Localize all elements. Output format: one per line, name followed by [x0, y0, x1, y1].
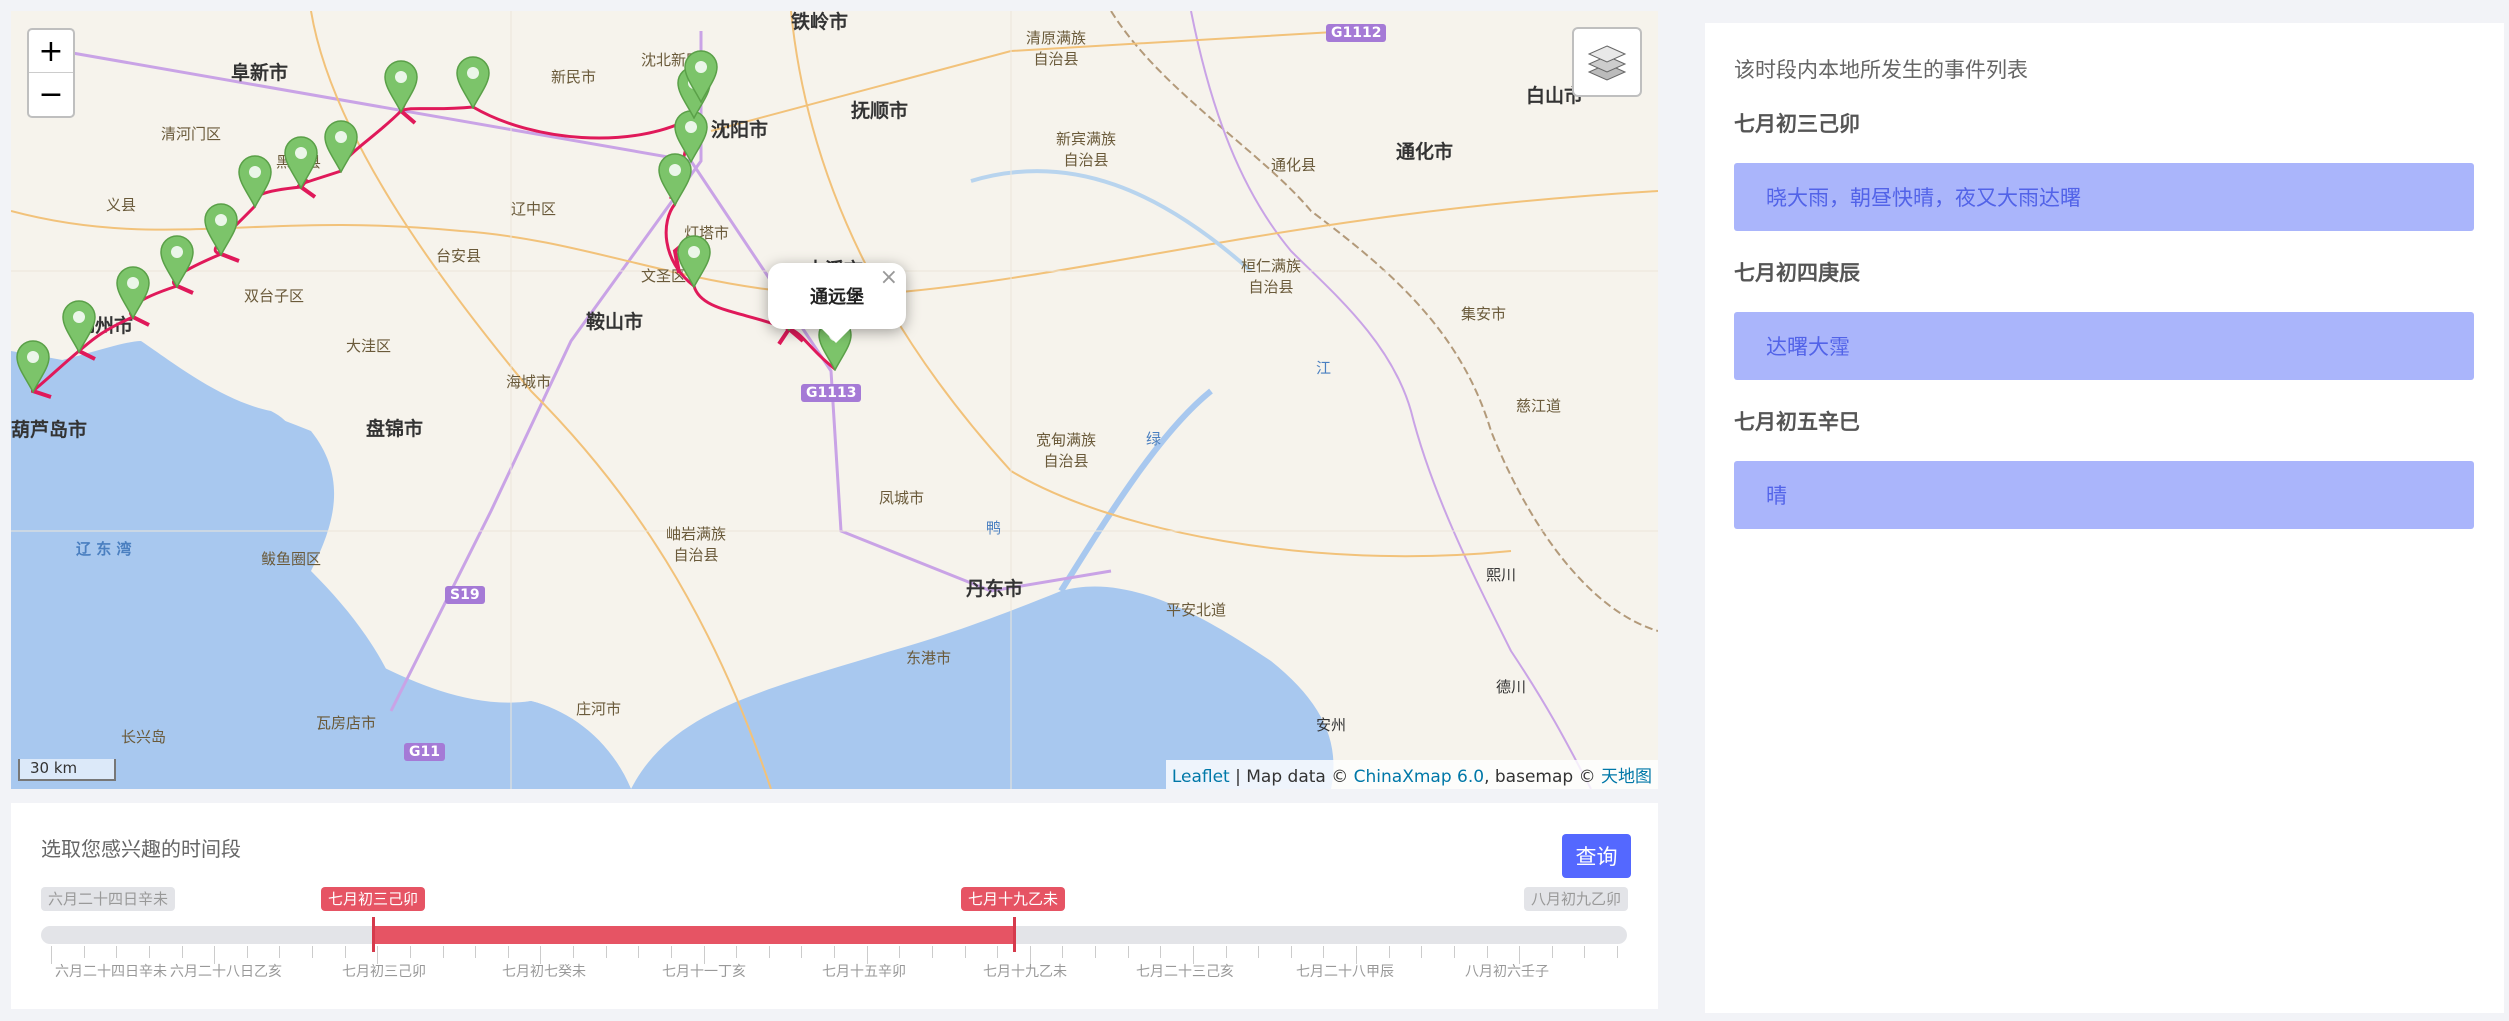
slider-tick-label: 七月初七癸未 [502, 964, 586, 980]
slider-tick [1290, 946, 1292, 958]
slider-tick [1095, 946, 1096, 958]
map-marker-icon[interactable] [455, 55, 491, 109]
slider-end-label: 七月十九乙未 [961, 887, 1066, 911]
slider-tick-label: 七月二十八甲辰 [1296, 964, 1394, 980]
slider-tick [638, 946, 640, 958]
map-marker-icon[interactable] [61, 299, 97, 353]
map-marker-icon[interactable] [676, 234, 712, 288]
route-path [32, 105, 836, 393]
slider-tick [1323, 946, 1325, 958]
event-item[interactable]: 达曙大霪 [1734, 312, 2474, 380]
slider-tick [1421, 946, 1423, 958]
event-date: 七月初四庚辰 [1734, 261, 1860, 285]
slider-tick [409, 946, 411, 958]
slider-tick [83, 946, 85, 958]
event-date: 七月初三己卯 [1734, 112, 1860, 136]
slider-tick [801, 946, 803, 958]
event-item[interactable]: 晴 [1734, 461, 2474, 529]
slider-tick [1388, 946, 1390, 958]
slider-tick [736, 946, 738, 958]
slider-tick [1127, 946, 1129, 958]
map-marker-icon[interactable] [237, 154, 273, 208]
slider-tick-label: 七月十一丁亥 [662, 964, 746, 980]
slider-tick [1225, 946, 1227, 958]
slider-start-label: 七月初三己卯 [321, 887, 426, 911]
slider-tick [312, 946, 313, 958]
slider-tick [475, 946, 477, 958]
map-marker-icon[interactable] [159, 234, 195, 288]
time-range-title: 选取您感兴趣的时间段 [41, 837, 241, 861]
map-marker-icon[interactable] [383, 59, 419, 113]
layers-button[interactable] [1572, 27, 1642, 97]
tianditu-link[interactable]: 天地图 [1601, 767, 1652, 787]
slider-tick [1062, 946, 1064, 958]
slider-tick [834, 946, 835, 958]
scale-bar: 30 km [18, 759, 116, 781]
slider-tick [1551, 946, 1553, 958]
slider-tick [148, 946, 150, 958]
slider-tick [1258, 946, 1260, 958]
event-list-panel: 该时段内本地所发生的事件列表 七月初三己卯 晓大雨，朝昼快晴，夜又大雨达曙 七月… [1705, 23, 2504, 1013]
slider-tick [899, 946, 901, 958]
query-button[interactable]: 查询 [1562, 834, 1631, 878]
slider-tick-label: 七月二十三己亥 [1136, 964, 1234, 980]
zoom-out-button[interactable]: − [29, 73, 73, 116]
slider-min-label: 六月二十四日辛未 [41, 887, 176, 911]
slider-tick [964, 946, 966, 958]
slider-tick [573, 946, 574, 958]
map-view[interactable]: 阜新市 铁岭市 清原满族 自治县 沈北新区 新民市 沈阳市 抚顺市 清河门区 黑… [11, 11, 1658, 789]
slider-tick [768, 946, 770, 958]
slider-tick-label: 六月二十八日乙亥 [170, 964, 282, 980]
route-layer [31, 96, 836, 399]
slider-tick [931, 946, 933, 958]
zoom-control: + − [27, 28, 75, 118]
slider-tick [507, 946, 509, 958]
slider-tick-label: 七月十九乙未 [983, 964, 1067, 980]
slider-tick [51, 946, 52, 964]
slider-tick [181, 946, 183, 958]
popup-close-button[interactable]: × [880, 265, 898, 290]
slider-tick [116, 946, 118, 958]
slider-start-handle[interactable] [372, 917, 375, 952]
attribution-text: | Map data © [1229, 767, 1354, 787]
slider-tick [279, 946, 281, 958]
slider-tick [670, 946, 672, 958]
slider-tick [605, 946, 607, 958]
slider-tick [1486, 946, 1488, 958]
map-marker-icon[interactable] [15, 339, 51, 393]
map-marker-icon[interactable] [323, 119, 359, 173]
leaflet-link[interactable]: Leaflet [1172, 767, 1230, 787]
slider-tick [997, 946, 999, 958]
event-date: 七月初五辛巳 [1734, 410, 1860, 434]
slider-tick-label: 八月初六壬子 [1465, 964, 1549, 980]
layers-icon [1587, 45, 1627, 81]
event-item[interactable]: 晓大雨，朝昼快晴，夜又大雨达曙 [1734, 163, 2474, 231]
attribution: Leaflet | Map data © ChinaXmap 6.0, base… [1165, 760, 1658, 789]
event-list-title: 该时段内本地所发生的事件列表 [1734, 58, 2028, 82]
slider-tick [442, 946, 444, 958]
location-popup: 通远堡 × [768, 263, 906, 343]
slider-tick [246, 946, 248, 958]
slider-end-handle[interactable] [1013, 917, 1016, 952]
chinaxmap-link[interactable]: ChinaXmap 6.0 [1354, 767, 1484, 787]
popup-tip [821, 328, 851, 343]
slider-tick [1617, 946, 1618, 958]
slider-tick [1160, 946, 1162, 958]
map-marker-icon[interactable] [683, 49, 719, 103]
slider-tick [344, 946, 346, 958]
attribution-text: , basemap © [1484, 767, 1601, 787]
slider-max-label: 八月初九乙卯 [1523, 887, 1628, 911]
map-marker-icon[interactable] [115, 265, 151, 319]
time-range-panel: 选取您感兴趣的时间段 查询 六月二十四日辛未 八月初九乙卯 七月初三己卯 七月十… [11, 803, 1658, 1009]
slider-tick [1584, 946, 1586, 958]
map-marker-icon[interactable] [283, 135, 319, 189]
slider-tick [1453, 946, 1455, 958]
map-marker-icon[interactable] [203, 202, 239, 256]
slider-selected-range [373, 926, 1015, 944]
slider-tick-label: 七月初三己卯 [342, 964, 426, 980]
zoom-in-button[interactable]: + [29, 30, 73, 73]
slider-tick-label: 六月二十四日辛未 [55, 964, 167, 980]
slider-tick-label: 七月十五辛卯 [822, 964, 906, 980]
popup-title: 通远堡 [810, 287, 864, 308]
